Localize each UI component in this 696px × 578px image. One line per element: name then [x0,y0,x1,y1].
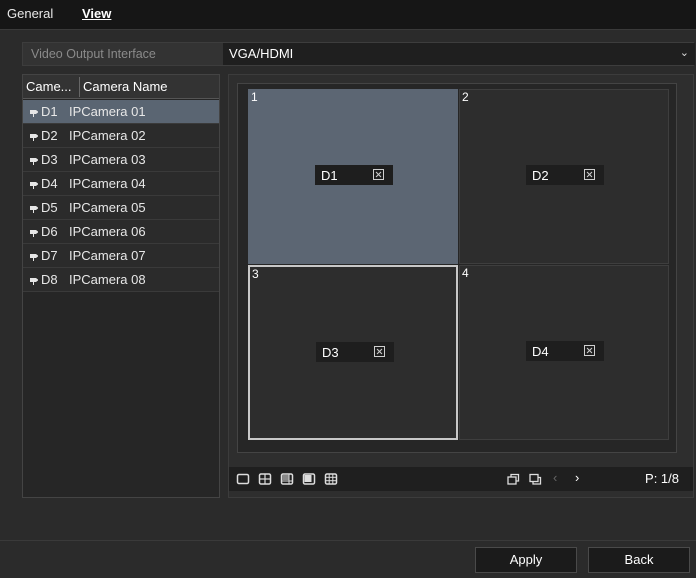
camera-icon [29,274,39,285]
camera-name: IPCamera 01 [69,104,146,119]
camera-row[interactable]: D2 IPCamera 02 [23,124,219,148]
camera-icon [29,202,39,213]
camera-list: Came... Camera Name D1 IPCamera 01 D2 IPCam… [22,74,220,498]
camera-chip-label: D4 [532,344,549,359]
camera-icon [29,130,39,141]
tab-view[interactable]: View [82,6,111,21]
camera-number: D8 [41,272,58,287]
close-icon[interactable] [584,169,595,180]
camera-chip-label: D3 [322,345,339,360]
camera-number: D5 [41,200,58,215]
camera-number: D1 [41,104,58,119]
camera-name: IPCamera 06 [69,224,146,239]
tab-general[interactable]: General [7,6,53,21]
quad-layout-icon[interactable] [257,471,273,487]
bottom-bar: Apply Back [0,540,696,578]
camera-icon [29,226,39,237]
camera-chip: D3 [316,342,394,362]
camera-number: D6 [41,224,58,239]
page-indicator: P: 1/8 [645,471,679,486]
video-output-row: Video Output Interface VGA/HDMI ⌄ [22,42,695,66]
camera-chip-label: D1 [321,168,338,183]
apply-button[interactable]: Apply [475,547,577,573]
window-number: 2 [462,90,469,104]
camera-icon [29,106,39,117]
nine-layout-icon[interactable] [323,471,339,487]
close-icon[interactable] [584,345,595,356]
six-layout-icon[interactable] [279,471,295,487]
next-screen-icon[interactable] [527,471,543,487]
page-prev-icon[interactable]: ‹ [553,470,557,485]
camera-row[interactable]: D4 IPCamera 04 [23,172,219,196]
camera-number: D2 [41,128,58,143]
eight-layout-icon[interactable] [301,471,317,487]
camera-number: D4 [41,176,58,191]
window-number: 3 [252,267,259,281]
single-layout-icon[interactable] [235,471,251,487]
video-output-select[interactable]: VGA/HDMI ⌄ [223,43,695,65]
camera-name: IPCamera 03 [69,152,146,167]
preview-window[interactable]: 2 D2 [459,89,669,264]
camera-row[interactable]: D7 IPCamera 07 [23,244,219,268]
camera-row[interactable]: D8 IPCamera 08 [23,268,219,292]
camera-number: D7 [41,248,58,263]
page-next-icon[interactable]: › [575,470,579,485]
previous-screen-icon[interactable] [505,471,521,487]
window-number: 4 [462,266,469,280]
camera-number: D3 [41,152,58,167]
camera-row[interactable]: D3 IPCamera 03 [23,148,219,172]
back-button[interactable]: Back [588,547,690,573]
camera-row[interactable]: D5 IPCamera 05 [23,196,219,220]
close-icon[interactable] [373,169,384,180]
chevron-down-icon: ⌄ [679,47,689,59]
camera-row[interactable]: D6 IPCamera 06 [23,220,219,244]
video-output-label: Video Output Interface [31,47,156,61]
camera-chip: D4 [526,341,604,361]
close-icon[interactable] [374,346,385,357]
column-header-camera-no[interactable]: Came... [26,79,72,94]
camera-icon [29,178,39,189]
camera-row[interactable]: D1 IPCamera 01 [23,100,219,124]
camera-list-header: Came... Camera Name [23,75,219,99]
camera-chip: D2 [526,165,604,185]
camera-chip-label: D2 [532,168,549,183]
camera-name: IPCamera 05 [69,200,146,215]
camera-name: IPCamera 08 [69,272,146,287]
preview-window[interactable]: 3 D3 [248,265,458,440]
camera-name: IPCamera 02 [69,128,146,143]
window-number: 1 [251,90,258,104]
camera-chip: D1 [315,165,393,185]
window-grid: 1 D1 2 D2 3 D3 4 D4 [237,83,677,453]
camera-name: IPCamera 07 [69,248,146,263]
column-divider[interactable] [79,77,80,97]
preview-window[interactable]: 1 D1 [248,89,458,264]
camera-name: IPCamera 04 [69,176,146,191]
preview-window[interactable]: 4 D4 [459,265,669,440]
layout-toolbar: ‹ › P: 1/8 [229,467,693,491]
camera-icon [29,154,39,165]
preview-panel: 1 D1 2 D2 3 D3 4 D4 ‹ › P: 1/8 [228,74,694,498]
column-header-camera-name[interactable]: Camera Name [83,79,168,94]
camera-icon [29,250,39,261]
tab-bar: General View [0,0,696,30]
video-output-value: VGA/HDMI [229,46,294,61]
